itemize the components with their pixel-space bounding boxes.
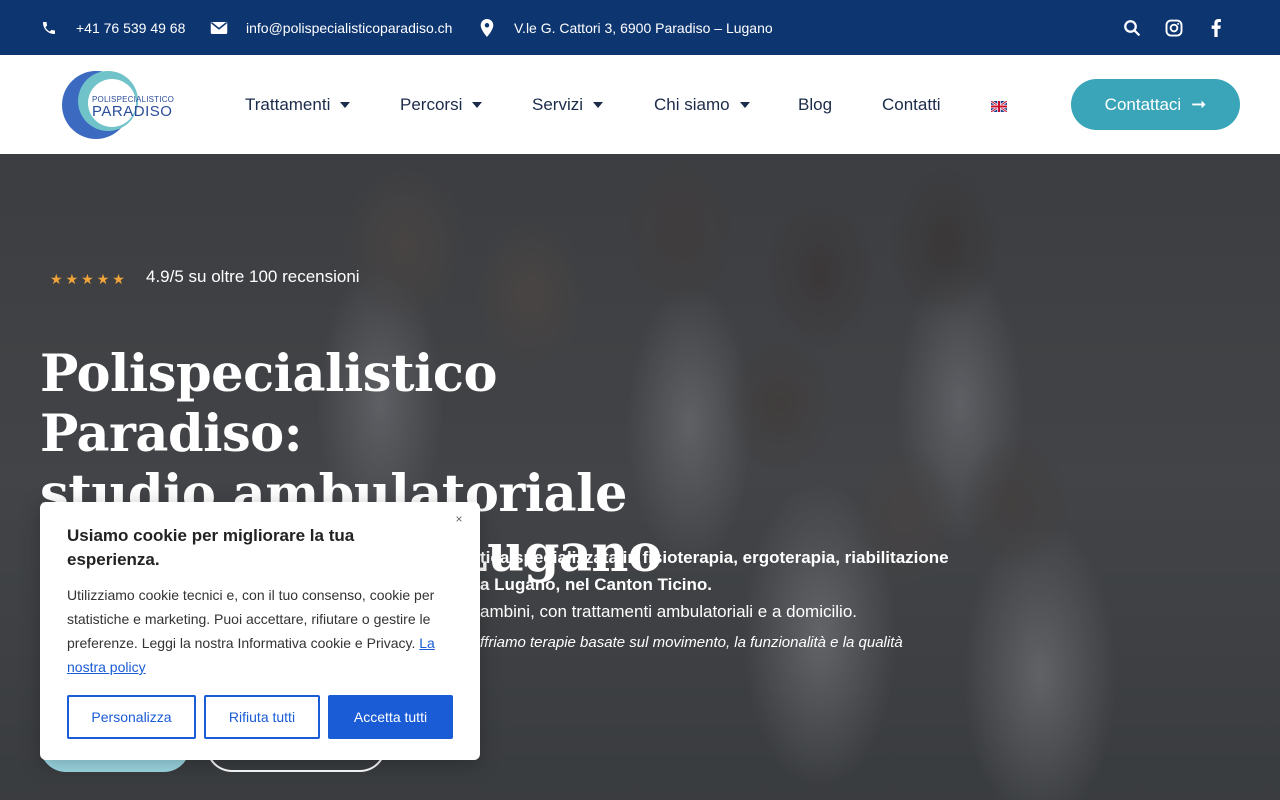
cookie-banner: × Usiamo cookie per migliorare la tua es…: [40, 502, 480, 760]
instagram-icon[interactable]: [1164, 18, 1184, 38]
site-logo[interactable]: POLISPECIALISTICO PARADISO: [60, 69, 174, 141]
cta-label: Contattaci: [1104, 94, 1182, 114]
star-icon: ★: [50, 271, 63, 287]
star-icon: ★: [65, 271, 79, 287]
nav-label: Percorsi: [400, 94, 463, 114]
nav-item-contatti[interactable]: Contatti: [882, 55, 941, 154]
nav-label: Trattamenti: [245, 94, 331, 114]
location-pin-icon: [478, 18, 496, 37]
nav-item-percorsi[interactable]: Percorsi: [400, 55, 483, 154]
topbar-actions: [1100, 0, 1226, 55]
reject-all-button[interactable]: Rifiuta tutti: [204, 695, 320, 739]
phone-icon: [40, 19, 58, 37]
rating-text: 4.9/5 su oltre 100 recensioni: [146, 267, 360, 286]
caret-down-icon: [472, 101, 483, 108]
close-icon[interactable]: ×: [452, 512, 466, 526]
hero-title-line-1: Polispecialistico Paradiso:: [40, 344, 498, 464]
site-header: POLISPECIALISTICO PARADISO Trattamenti P…: [0, 55, 1280, 154]
mail-icon: [210, 19, 228, 37]
address-text: V.le G. Cattori 3, 6900 Paradiso – Lugan…: [514, 19, 773, 36]
hero-desc-line-1: tica specializzata in fisioterapia, ergo…: [480, 548, 949, 567]
nav-item-blog[interactable]: Blog: [798, 55, 832, 154]
nav-item-chi-siamo[interactable]: Chi siamo: [654, 55, 750, 154]
caret-down-icon: [739, 101, 750, 108]
cookie-text: Utilizziamo cookie tecnici e, con il tuo…: [67, 583, 462, 679]
star-icon: ★: [112, 271, 125, 287]
hero-desc-line-3: ambini, con trattamenti ambulatoriali e …: [480, 602, 858, 621]
arrow-right-icon: ➞: [1191, 94, 1207, 114]
uk-flag-icon[interactable]: [990, 99, 1008, 113]
top-bar: +41 76 539 49 68 info@polispecialisticop…: [0, 0, 1280, 55]
accept-all-button[interactable]: Accetta tutti: [328, 695, 453, 739]
caret-down-icon: [593, 101, 604, 108]
caret-down-icon: [340, 101, 351, 108]
logo-line-2: PARADISO: [92, 103, 173, 120]
nav-label: Chi siamo: [654, 94, 730, 114]
contattaci-button[interactable]: Contattaci ➞: [1071, 79, 1240, 130]
address-contact: V.le G. Cattori 3, 6900 Paradiso – Lugan…: [478, 0, 773, 55]
facebook-icon[interactable]: [1206, 18, 1226, 38]
customize-button[interactable]: Personalizza: [67, 695, 196, 739]
nav-item-trattamenti[interactable]: Trattamenti: [245, 55, 351, 154]
rating-stars: ★ ★ ★ ★ ★: [50, 272, 125, 286]
hero-subtitle-text: ffriamo terapie basate sul movimento, la…: [480, 634, 903, 651]
cookie-title: Usiamo cookie per migliorare la tua espe…: [67, 526, 355, 569]
nav-label: Contatti: [882, 94, 941, 114]
star-icon: ★: [81, 271, 94, 287]
star-icon: ★: [96, 271, 110, 287]
email-contact[interactable]: info@polispecialisticoparadiso.ch: [210, 0, 452, 55]
search-icon[interactable]: [1122, 18, 1142, 38]
phone-number[interactable]: +41 76 539 49 68: [76, 20, 185, 36]
phone-contact[interactable]: +41 76 539 49 68: [40, 0, 185, 55]
email-address[interactable]: info@polispecialisticoparadiso.ch: [246, 20, 452, 36]
nav-item-servizi[interactable]: Servizi: [532, 55, 604, 154]
cookie-body: Utilizziamo cookie tecnici e, con il tuo…: [67, 587, 435, 651]
nav-label: Servizi: [532, 94, 584, 114]
nav-label: Blog: [798, 94, 833, 114]
hero-desc-line-2: a Lugano, nel Canton Ticino.: [480, 575, 713, 594]
